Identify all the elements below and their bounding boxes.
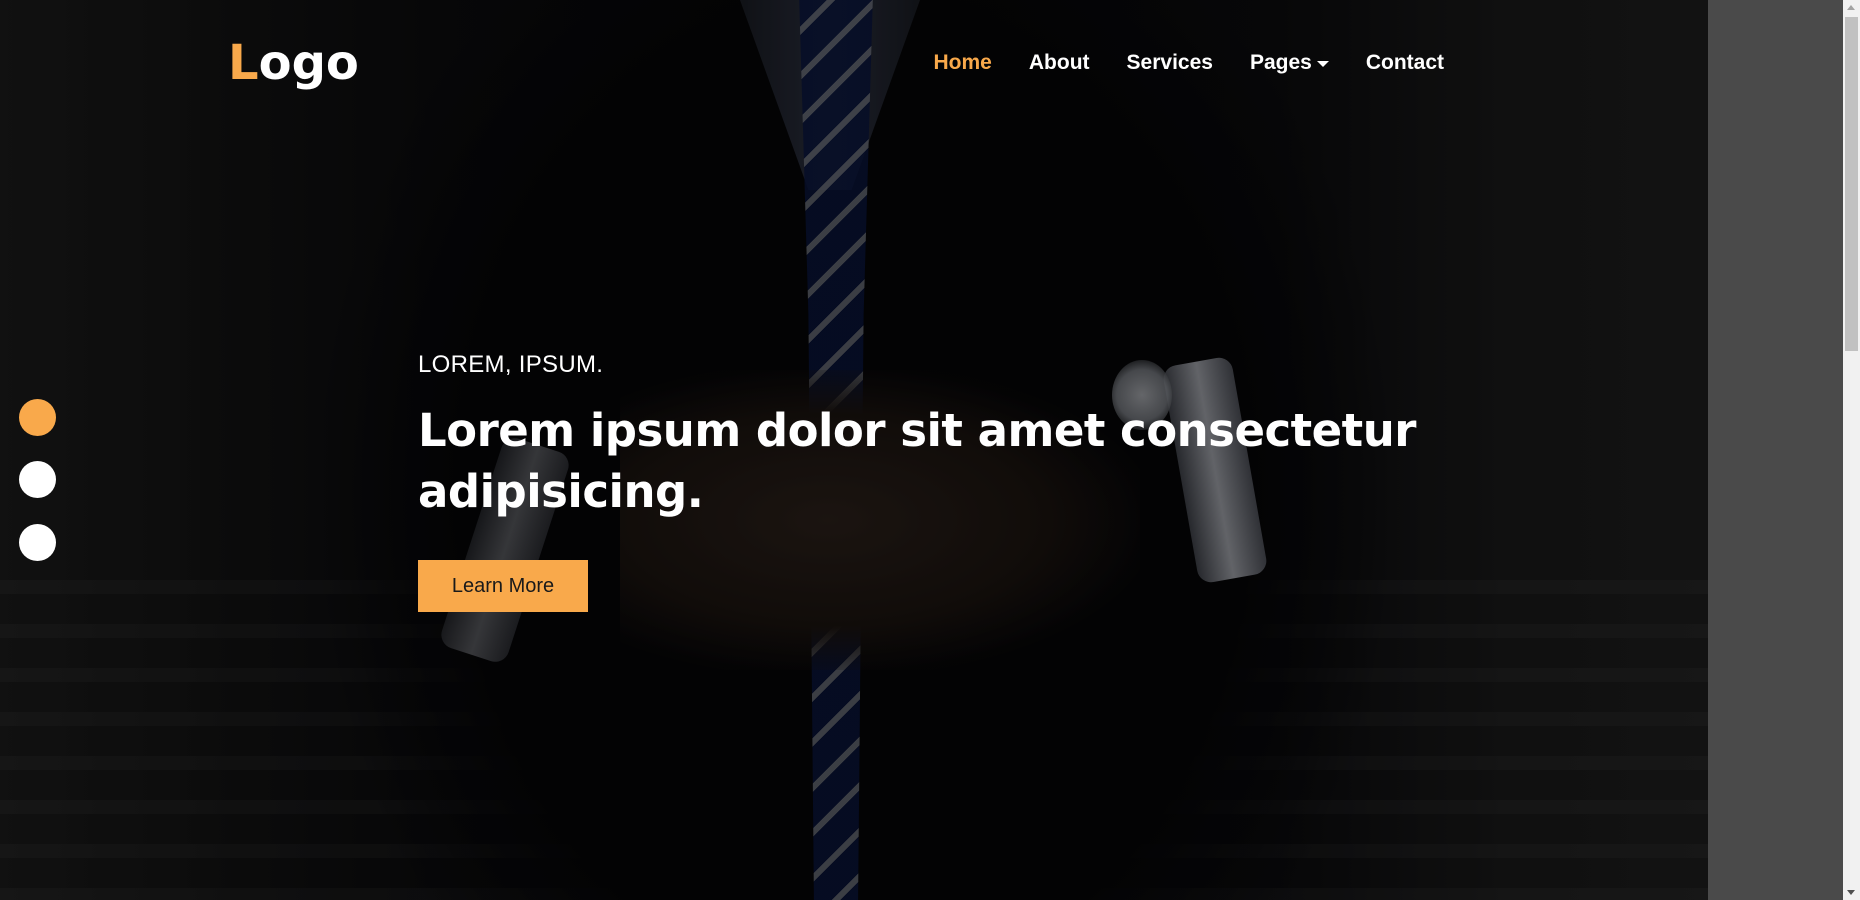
carousel-indicator-3[interactable] bbox=[19, 524, 56, 561]
nav-contact-label: Contact bbox=[1365, 51, 1444, 74]
scroll-down-arrow-icon[interactable] bbox=[1847, 890, 1855, 895]
nav-pages-label: Pages bbox=[1249, 51, 1312, 74]
logo-accent-letter: L bbox=[228, 35, 259, 91]
scroll-up-arrow-icon[interactable] bbox=[1847, 5, 1855, 10]
nav-services[interactable]: Services bbox=[1127, 46, 1213, 80]
scrollbar-thumb[interactable] bbox=[1845, 17, 1858, 351]
nav-home-label: Home bbox=[933, 51, 992, 74]
nav-home[interactable]: Home bbox=[934, 46, 992, 80]
nav-services-label: Services bbox=[1126, 51, 1213, 74]
carousel-indicator-2[interactable] bbox=[19, 461, 56, 498]
carousel-indicator-1[interactable] bbox=[19, 399, 56, 436]
main-nav: Home About Services Pages Contact bbox=[897, 46, 1444, 80]
hero-section: Logo Home About Services Pages Contact L… bbox=[0, 0, 1708, 900]
logo-text: ogo bbox=[258, 35, 359, 91]
nav-contact[interactable]: Contact bbox=[1366, 46, 1444, 80]
vertical-scrollbar[interactable] bbox=[1843, 0, 1860, 900]
hero-headline: Lorem ipsum dolor sit amet consectetur a… bbox=[418, 404, 1416, 518]
nav-pages-dropdown[interactable]: Pages bbox=[1250, 46, 1329, 80]
nav-about[interactable]: About bbox=[1029, 46, 1090, 80]
learn-more-button[interactable]: Learn More bbox=[418, 560, 588, 612]
logo[interactable]: Logo bbox=[228, 33, 359, 93]
nav-about-label: About bbox=[1028, 51, 1090, 74]
caret-down-icon bbox=[1316, 61, 1329, 67]
hero-kicker: LOREM, IPSUM. bbox=[418, 351, 604, 378]
